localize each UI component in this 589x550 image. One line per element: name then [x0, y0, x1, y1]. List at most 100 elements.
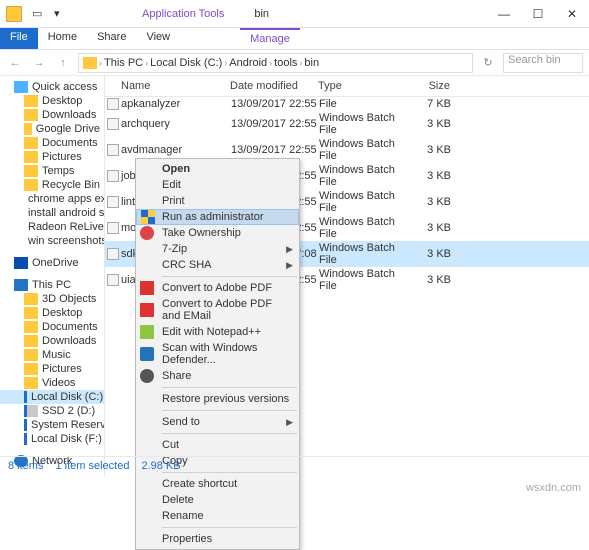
pdf-email-icon — [140, 303, 154, 317]
ctx-properties[interactable]: Properties — [136, 531, 299, 547]
crumb[interactable]: tools — [274, 57, 297, 69]
status-selected-count: 1 item selected — [55, 460, 129, 472]
qat-props-icon[interactable]: ▭ — [32, 7, 46, 21]
submenu-arrow-icon: ▶ — [286, 417, 293, 428]
file-row[interactable]: apkanalyzer13/09/2017 22:55File7 KB — [105, 97, 589, 111]
ctx-take-ownership[interactable]: Take Ownership — [136, 225, 299, 241]
tree-item[interactable]: Desktop — [0, 94, 104, 108]
qat-newfolder-icon[interactable]: ▾ — [54, 7, 68, 21]
ctx-edit[interactable]: Edit — [136, 177, 299, 193]
ctx-share[interactable]: Share — [136, 368, 299, 384]
up-button[interactable]: ↑ — [54, 54, 72, 72]
col-date[interactable]: Date modified — [230, 80, 318, 92]
ctx-7zip[interactable]: 7-Zip▶ — [136, 241, 299, 257]
tree-item[interactable]: Temps — [0, 164, 104, 178]
nav-tree[interactable]: Quick access Desktop Downloads Google Dr… — [0, 76, 105, 476]
file-name: apkanalyzer — [121, 98, 231, 110]
ctx-open[interactable]: Open — [136, 161, 299, 177]
ctx-restore[interactable]: Restore previous versions — [136, 391, 299, 407]
tree-item[interactable]: Videos — [0, 376, 104, 390]
star-icon — [14, 81, 28, 93]
file-size: 3 KB — [411, 196, 451, 208]
ctx-crc-sha[interactable]: CRC SHA▶ — [136, 257, 299, 273]
watermark: wsxdn.com — [526, 482, 581, 494]
ctx-convert-pdf[interactable]: Convert to Adobe PDF — [136, 280, 299, 296]
folder-icon — [24, 137, 38, 149]
tree-item[interactable]: Music — [0, 348, 104, 362]
maximize-button[interactable]: ☐ — [521, 3, 555, 25]
breadcrumb[interactable]: › This PC› Local Disk (C:)› Android› too… — [78, 53, 473, 73]
minimize-button[interactable]: — — [487, 3, 521, 25]
file-icon — [107, 118, 119, 130]
file-row[interactable]: archquery13/09/2017 22:55Windows Batch F… — [105, 111, 589, 137]
tree-item[interactable]: Pictures — [0, 362, 104, 376]
back-button[interactable]: ← — [6, 54, 24, 72]
tree-item[interactable]: 3D Objects — [0, 292, 104, 306]
column-headers[interactable]: Name Date modified Type Size — [105, 76, 589, 97]
ctx-print[interactable]: Print — [136, 193, 299, 209]
tab-share[interactable]: Share — [87, 28, 136, 49]
folder-icon — [24, 109, 38, 121]
ctx-run-as-administrator[interactable]: Run as administrator — [136, 209, 299, 225]
tree-item[interactable]: Downloads — [0, 108, 104, 122]
folder-icon — [24, 95, 38, 107]
crumb[interactable]: This PC — [104, 57, 143, 69]
tree-item[interactable]: chrome apps extens — [0, 192, 104, 206]
file-size: 3 KB — [411, 170, 451, 182]
close-button[interactable]: ✕ — [555, 3, 589, 25]
refresh-button[interactable]: ↻ — [479, 54, 497, 72]
forward-button[interactable]: → — [30, 54, 48, 72]
file-size: 3 KB — [411, 274, 451, 286]
tree-item[interactable]: Radeon ReLive — [0, 220, 104, 234]
file-icon — [107, 274, 119, 286]
file-type: Windows Batch File — [319, 242, 411, 266]
col-name[interactable]: Name — [105, 80, 230, 92]
tree-item[interactable]: win screenshots — [0, 234, 104, 248]
col-type[interactable]: Type — [318, 80, 410, 92]
ctx-separator — [162, 276, 297, 277]
status-selected-size: 2.98 KB — [141, 460, 180, 472]
tree-item[interactable]: SSD 2 (D:) — [0, 404, 104, 418]
search-input[interactable]: Search bin — [503, 53, 583, 73]
crumb[interactable]: Android — [229, 57, 267, 69]
ctx-rename[interactable]: Rename — [136, 508, 299, 524]
file-icon — [107, 170, 119, 182]
file-date: 13/09/2017 22:55 — [231, 98, 319, 110]
tree-item[interactable]: Documents — [0, 320, 104, 334]
pc-icon — [83, 57, 97, 69]
ctx-shortcut[interactable]: Create shortcut — [136, 476, 299, 492]
tab-home[interactable]: Home — [38, 28, 87, 49]
tree-item[interactable]: System Reserved (E:) — [0, 418, 104, 432]
tree-quick-access[interactable]: Quick access — [0, 80, 104, 94]
submenu-arrow-icon: ▶ — [286, 244, 293, 255]
disk-icon — [24, 433, 27, 445]
tree-onedrive[interactable]: OneDrive — [0, 256, 104, 270]
ctx-edit-npp[interactable]: Edit with Notepad++ — [136, 324, 299, 340]
tree-item[interactable]: Local Disk (F:) — [0, 432, 104, 446]
folder-icon — [24, 349, 38, 361]
crumb[interactable]: bin — [304, 57, 319, 69]
disk-icon — [24, 419, 27, 431]
tree-item[interactable]: Recycle Bin — [0, 178, 104, 192]
tree-item-local-disk-c[interactable]: Local Disk (C:) — [0, 390, 104, 404]
tree-item[interactable]: Desktop — [0, 306, 104, 320]
ctx-sendto[interactable]: Send to▶ — [136, 414, 299, 430]
tab-manage[interactable]: Manage — [240, 28, 300, 49]
ctx-delete[interactable]: Delete — [136, 492, 299, 508]
tree-item[interactable]: Documents — [0, 136, 104, 150]
file-type: Windows Batch File — [319, 190, 411, 214]
ctx-cut[interactable]: Cut — [136, 437, 299, 453]
tab-view[interactable]: View — [136, 28, 180, 49]
file-icon — [107, 144, 119, 156]
col-size[interactable]: Size — [410, 80, 450, 92]
tree-item[interactable]: Google Drive — [0, 122, 104, 136]
ctx-scan-defender[interactable]: Scan with Windows Defender... — [136, 340, 299, 368]
tree-this-pc[interactable]: This PC — [0, 278, 104, 292]
tree-item[interactable]: install android sdk — [0, 206, 104, 220]
tree-item[interactable]: Pictures — [0, 150, 104, 164]
folder-icon — [24, 363, 38, 375]
crumb[interactable]: Local Disk (C:) — [150, 57, 222, 69]
ctx-convert-pdf-email[interactable]: Convert to Adobe PDF and EMail — [136, 296, 299, 324]
tab-file[interactable]: File — [0, 28, 38, 49]
tree-item[interactable]: Downloads — [0, 334, 104, 348]
